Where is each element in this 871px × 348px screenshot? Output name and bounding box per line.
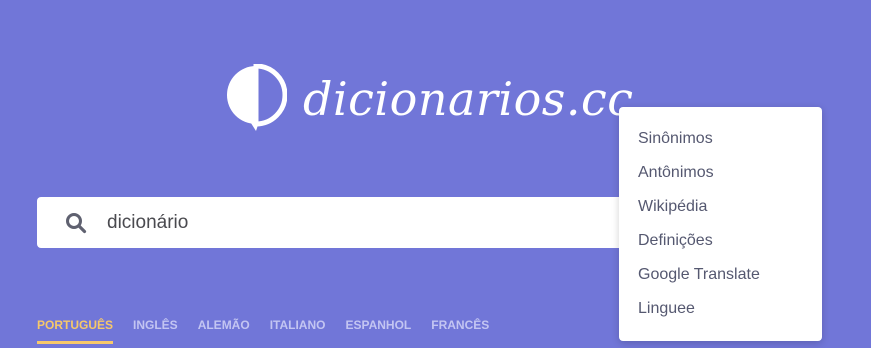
menu-item-sinonimos[interactable]: Sinônimos	[619, 122, 822, 156]
search-icon[interactable]	[65, 212, 87, 234]
resources-dropdown-menu: Sinônimos Antônimos Wikipédia Definições…	[619, 107, 822, 341]
tab-ingles[interactable]: INGLÊS	[133, 318, 178, 344]
search-input[interactable]	[107, 211, 587, 234]
tab-frances[interactable]: FRANCÊS	[431, 318, 489, 344]
language-tabs: PORTUGUÊS INGLÊS ALEMÃO ITALIANO ESPANHO…	[37, 318, 489, 344]
menu-item-wikipedia[interactable]: Wikipédia	[619, 190, 822, 224]
menu-item-definicoes[interactable]: Definições	[619, 224, 822, 258]
tab-espanhol[interactable]: ESPANHOL	[345, 318, 411, 344]
tab-italiano[interactable]: ITALIANO	[270, 318, 326, 344]
menu-item-google-translate[interactable]: Google Translate	[619, 258, 822, 292]
tab-alemao[interactable]: ALEMÃO	[198, 318, 250, 344]
site-logo[interactable]: dicionarios.cc	[225, 64, 634, 132]
logo-text: dicionarios.cc	[303, 72, 634, 126]
speech-bubble-half-icon	[226, 64, 287, 131]
menu-item-antonimos[interactable]: Antônimos	[619, 156, 822, 190]
search-bar	[37, 197, 677, 248]
menu-item-linguee[interactable]: Linguee	[619, 292, 822, 326]
tab-portugues[interactable]: PORTUGUÊS	[37, 318, 114, 344]
